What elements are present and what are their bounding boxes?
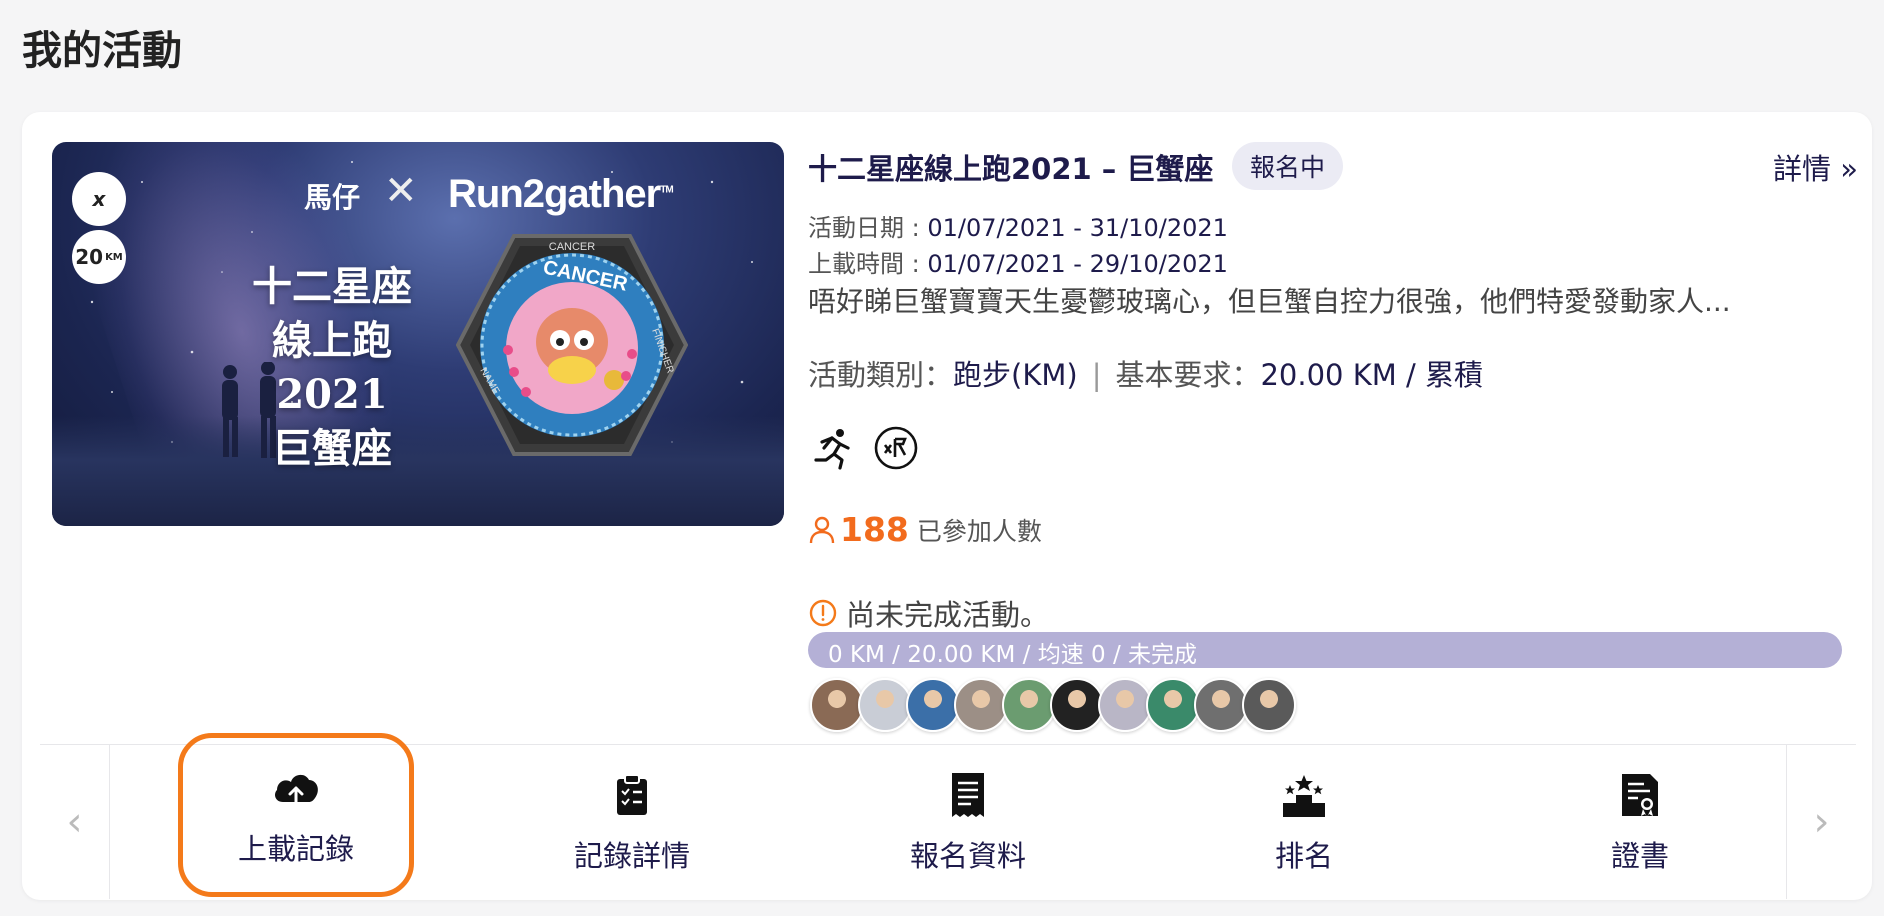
avatar[interactable] (810, 678, 864, 732)
event-banner[interactable]: x 20 KM 馬仔 ✕ Run2gatherTM 十二星座 線上跑2021 巨蟹… (52, 142, 784, 526)
progress-text: 0 KM / 20.00 KM / 均速 0 / 未完成 (828, 642, 1198, 668)
participants-count: 188 (840, 510, 909, 549)
ranking-button[interactable]: 排名 (1186, 745, 1422, 899)
cloud-upload-icon (271, 762, 321, 814)
person-icon (809, 516, 835, 543)
banner-title: 十二星座 線上跑2021 巨蟹座 (252, 263, 412, 472)
maazai-logo-icon: x (72, 172, 126, 226)
avatar[interactable] (1194, 678, 1248, 732)
avatar[interactable] (1098, 678, 1152, 732)
clipboard-check-icon (615, 769, 649, 821)
upload-period: 上載時間 : 01/07/2021 - 29/10/2021 (808, 250, 1228, 278)
avatar[interactable] (1050, 678, 1104, 732)
maazai-circle-icon (872, 424, 920, 472)
svg-text:CANCER: CANCER (549, 241, 596, 253)
avatar[interactable] (858, 678, 912, 732)
podium-icon (1281, 769, 1327, 821)
prev-arrow-button[interactable]: ‹ (40, 745, 110, 899)
avatar[interactable] (1002, 678, 1056, 732)
page-title: 我的活動 (22, 28, 182, 74)
action-bar: ‹ 上載記錄 記錄詳情 報名資料 排名 證書 › (40, 733, 1856, 899)
brand-cross: ✕ (384, 168, 418, 214)
event-meta: 活動類別：跑步(KM) | 基本要求：20.00 KM / 累積 (808, 358, 1483, 392)
avatar[interactable] (954, 678, 1008, 732)
next-arrow-button[interactable]: › (1786, 745, 1856, 899)
status-badge: 報名中 (1232, 142, 1344, 190)
participants-label: 已參加人數 (916, 516, 1042, 546)
brand-run2gather: Run2gatherTM (448, 172, 674, 216)
registration-info-button[interactable]: 報名資料 (850, 745, 1086, 899)
cancer-medal-icon: CANCER CANCER NAME FINISHER (456, 234, 688, 456)
progress-bar: 0 KM / 20.00 KM / 均速 0 / 未完成 (808, 632, 1842, 668)
certificate-button[interactable]: 證書 (1522, 745, 1758, 899)
record-details-button[interactable]: 記錄詳情 (514, 745, 750, 899)
event-card: x 20 KM 馬仔 ✕ Run2gatherTM 十二星座 線上跑2021 巨蟹… (22, 112, 1872, 900)
details-link[interactable]: 詳情 » (1773, 146, 1858, 188)
avatar[interactable] (1242, 678, 1296, 732)
brand-maazai: 馬仔 (304, 181, 361, 214)
avatar[interactable] (1146, 678, 1200, 732)
event-title[interactable]: 十二星座線上跑2021 – 巨蟹座 (808, 146, 1213, 188)
participants: 188 已參加人數 (808, 510, 1042, 549)
completion-status: 尚未完成活動。 (808, 592, 1049, 634)
participant-avatars[interactable] (810, 678, 1296, 732)
warning-icon (809, 599, 837, 627)
event-description: 唔好睇巨蟹寶寶天生憂鬱玻璃心，但巨蟹自控力很強，他們特愛發動家人... (808, 285, 1731, 318)
running-icon (808, 424, 856, 472)
receipt-icon (949, 769, 987, 821)
avatar[interactable] (906, 678, 960, 732)
type-icons (808, 424, 920, 472)
20km-logo-icon: 20 KM (72, 230, 126, 284)
upload-record-button[interactable]: 上載記錄 (178, 733, 414, 897)
event-date: 活動日期 : 01/07/2021 - 31/10/2021 (808, 214, 1228, 242)
certificate-icon (1620, 769, 1660, 821)
